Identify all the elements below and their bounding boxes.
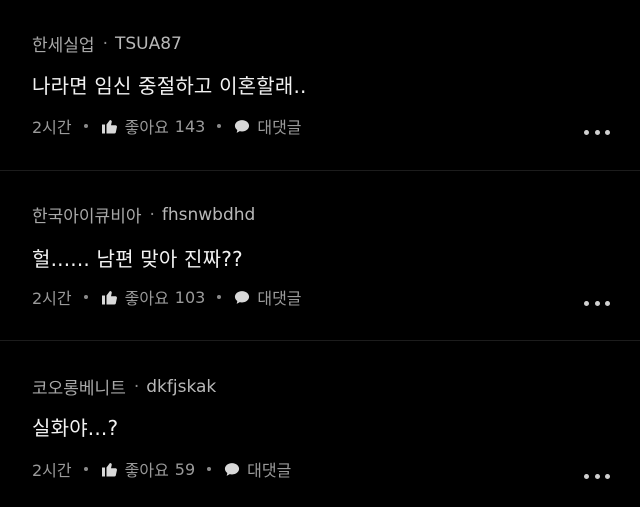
comment-time: 2시간 bbox=[32, 461, 72, 480]
comment-author: 코오롱베니트 · dkfjskak bbox=[32, 374, 216, 400]
comment-text: 실화야...? bbox=[32, 416, 119, 440]
more-dot bbox=[584, 473, 589, 479]
more-dot bbox=[605, 129, 610, 135]
reply-label: 대댓글 bbox=[257, 118, 302, 137]
thumbs-up-icon bbox=[101, 120, 117, 134]
author-company: 한국아이큐비아 bbox=[32, 207, 142, 227]
speech-bubble-icon bbox=[235, 119, 250, 133]
comment-item: 한세실업 · TSUA87 나라면 임신 중절하고 이혼할래.. 2시간 좋아요… bbox=[0, 0, 640, 170]
reply-label: 대댓글 bbox=[247, 461, 292, 480]
like-count: 59 bbox=[174, 459, 196, 479]
comment-item: 코오롱베니트 · dkfjskak 실화야...? 2시간 좋아요 59 대댓글 bbox=[0, 341, 640, 507]
reply-button[interactable]: 대댓글 bbox=[223, 457, 291, 481]
more-dot bbox=[594, 473, 600, 479]
comment-time: 2시간 bbox=[32, 118, 72, 137]
action-separator bbox=[217, 295, 222, 299]
reply-label: 대댓글 bbox=[257, 289, 302, 308]
like-button[interactable]: 좋아요 103 bbox=[100, 285, 206, 309]
comment-text: 나라면 임신 중절하고 이혼할래.. bbox=[32, 74, 307, 98]
action-separator bbox=[207, 467, 212, 471]
reply-button[interactable]: 대댓글 bbox=[233, 285, 302, 309]
more-dot bbox=[605, 473, 610, 479]
comment-item: 한국아이큐비아 · fhsnwbdhd 헐...... 남편 맞아 진짜?? 2… bbox=[0, 171, 640, 340]
action-separator bbox=[217, 124, 222, 128]
like-label: 좋아요 bbox=[124, 118, 169, 137]
comment-actions: 2시간 좋아요 103 대댓글 bbox=[32, 285, 302, 309]
more-dot bbox=[584, 129, 589, 135]
more-dot bbox=[584, 300, 589, 306]
author-nickname[interactable]: TSUA87 bbox=[115, 34, 182, 54]
more-options-button[interactable] bbox=[584, 299, 610, 307]
more-dot bbox=[605, 300, 610, 306]
comment-actions: 2시간 좋아요 59 대댓글 bbox=[32, 457, 291, 481]
like-count: 103 bbox=[174, 287, 206, 307]
thumbs-up-icon bbox=[101, 291, 117, 305]
comment-text: 헐...... 남편 맞아 진짜?? bbox=[32, 247, 243, 271]
reply-button[interactable]: 대댓글 bbox=[233, 114, 302, 138]
author-company: 코오롱베니트 bbox=[32, 379, 126, 399]
like-label: 좋아요 bbox=[124, 461, 169, 480]
meta-separator: · bbox=[149, 204, 155, 225]
speech-bubble-icon bbox=[235, 290, 250, 304]
like-button[interactable]: 좋아요 143 bbox=[100, 114, 206, 138]
more-dot bbox=[594, 129, 600, 135]
comment-actions: 2시간 좋아요 143 대댓글 bbox=[32, 114, 302, 138]
action-separator bbox=[83, 295, 88, 299]
author-nickname[interactable]: dkfjskak bbox=[146, 377, 216, 397]
more-options-button[interactable] bbox=[584, 472, 610, 480]
more-dot bbox=[594, 300, 600, 306]
comment-author: 한국아이큐비아 · fhsnwbdhd bbox=[32, 202, 255, 228]
like-count: 143 bbox=[174, 116, 206, 136]
action-separator bbox=[83, 467, 88, 471]
speech-bubble-icon bbox=[225, 462, 240, 476]
like-button[interactable]: 좋아요 59 bbox=[100, 457, 196, 481]
meta-separator: · bbox=[133, 376, 140, 397]
more-options-button[interactable] bbox=[584, 128, 610, 136]
comment-time: 2시간 bbox=[32, 289, 72, 308]
thumbs-up-icon bbox=[101, 463, 117, 477]
author-nickname[interactable]: fhsnwbdhd bbox=[162, 205, 255, 225]
comment-author: 한세실업 · TSUA87 bbox=[32, 31, 182, 57]
author-company: 한세실업 bbox=[32, 36, 95, 56]
action-separator bbox=[83, 124, 88, 128]
meta-separator: · bbox=[102, 33, 108, 54]
like-label: 좋아요 bbox=[124, 289, 169, 308]
